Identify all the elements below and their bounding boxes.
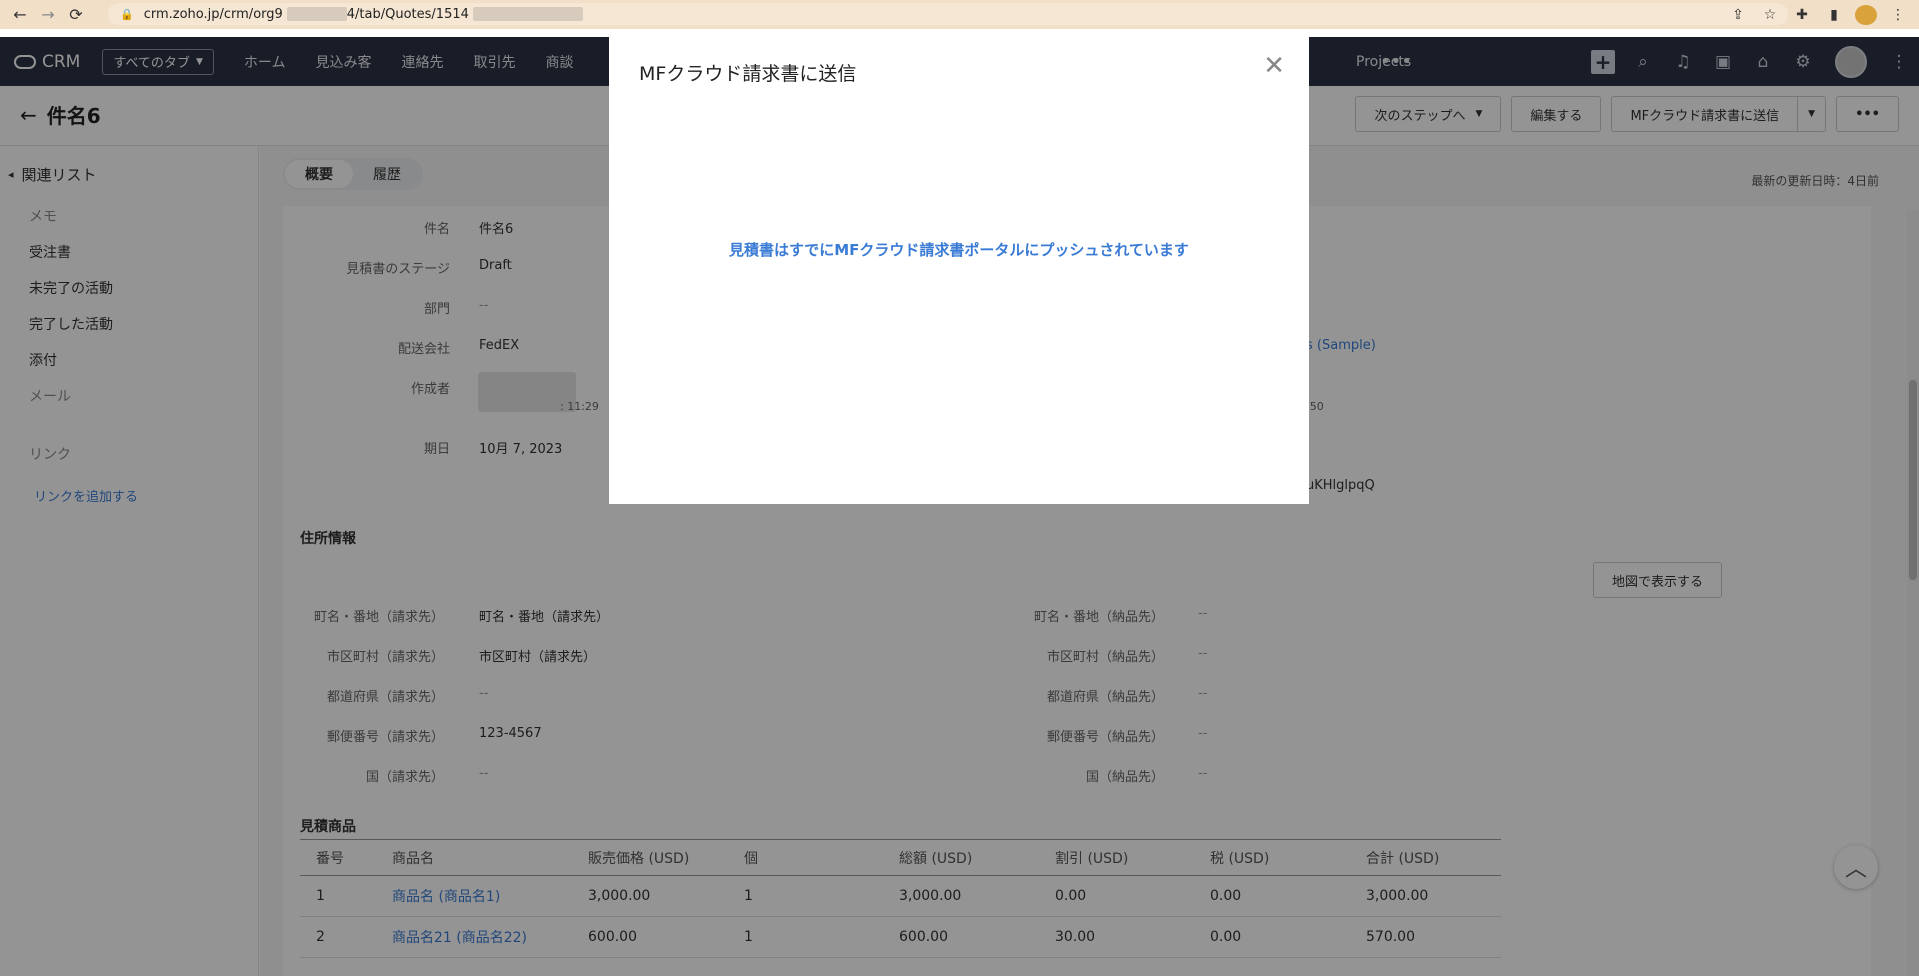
bookmark-star-icon[interactable]: ☆ [1759,7,1781,23]
modal-title: MFクラウド請求書に送信 [639,63,857,85]
back-icon[interactable]: ← [6,1,34,29]
url-redacted [286,7,347,21]
close-icon[interactable]: ✕ [1263,53,1285,79]
modal-message: 見積書はすでにMFクラウド請求書ポータルにプッシュされています [729,241,1189,259]
extensions-icon[interactable]: ✚ [1791,7,1813,23]
url-tail: 4/tab/Quotes/1514 [346,6,469,22]
sidepanel-icon[interactable]: ▮ [1823,7,1845,23]
url-text: crm.zoho.jp/crm/org9 [143,6,283,22]
menu-kebab-icon[interactable]: ⋮ [1887,7,1909,23]
address-bar[interactable]: 🔒 crm.zoho.jp/crm/org9 4/tab/Quotes/1514 [108,3,1788,25]
reload-icon[interactable]: ⟳ [62,1,90,29]
forward-icon[interactable]: → [34,1,62,29]
url-redacted-tail [472,7,583,21]
profile-icon[interactable] [1855,4,1877,25]
browser-toolbar: ← → ⟳ 🔒 crm.zoho.jp/crm/org9 4/tab/Quote… [0,0,1919,29]
browser-actions: ⇪ ☆ ✚ ▮ ⋮ [1727,0,1919,29]
lock-icon: 🔒 [120,7,134,21]
send-mf-modal: MFクラウド請求書に送信 ✕ 見積書はすでにMFクラウド請求書ポータルにプッシュ… [609,37,1309,504]
share-icon[interactable]: ⇪ [1727,7,1749,23]
